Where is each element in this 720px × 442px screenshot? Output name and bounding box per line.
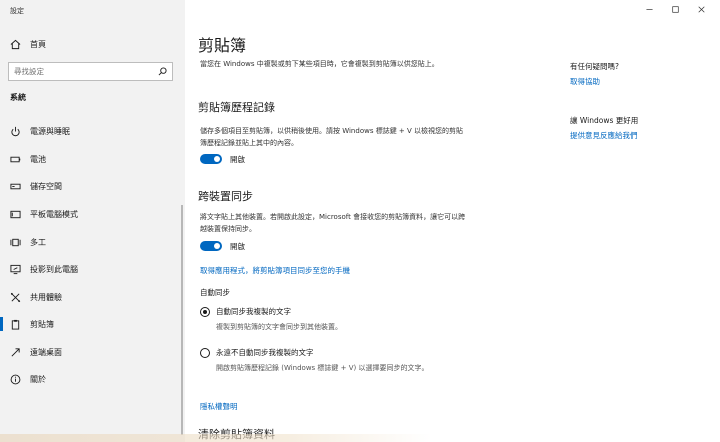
- main-content: 剪貼簿 當您在 Windows 中複製或剪下某些項目時，它會複製到剪貼簿以供您貼…: [185, 0, 720, 442]
- info-icon: [10, 374, 21, 385]
- sidebar-item-label: 投影到此電腦: [30, 264, 78, 274]
- auto-sync-radio-label: 自動同步我複製的文字: [216, 307, 291, 316]
- maximize-button[interactable]: [662, 2, 688, 16]
- tablet-mode-icon: [10, 209, 21, 220]
- sync-toggle-label: 開啟: [230, 241, 245, 251]
- home-icon: [10, 39, 21, 49]
- sidebar-item-label: 儲存空間: [30, 181, 62, 191]
- history-description: 儲存多個項目至剪貼簿，以供稍後使用。請按 Windows 標誌鍵 + V 以檢視…: [200, 127, 464, 147]
- sidebar-item-home[interactable]: 首頁: [10, 37, 46, 51]
- search-icon[interactable]: [158, 67, 167, 76]
- help-heading: 有任何疑問嗎?: [570, 62, 619, 71]
- history-toggle-row: 開啟: [200, 154, 245, 164]
- storage-icon: [10, 181, 21, 192]
- minimize-button[interactable]: [636, 2, 662, 16]
- sidebar-item-about[interactable]: 關於: [0, 368, 185, 390]
- history-heading: 剪貼簿歷程記錄: [198, 101, 275, 114]
- sidebar-item-clipboard[interactable]: 剪貼簿: [0, 313, 185, 335]
- power-icon: [10, 126, 21, 137]
- shared-experiences-icon: [10, 292, 21, 303]
- sidebar-item-multitasking[interactable]: 多工: [0, 231, 185, 253]
- sync-toggle[interactable]: [200, 241, 222, 251]
- projecting-icon: [10, 264, 21, 275]
- give-feedback-link[interactable]: 提供意見反應給我們: [570, 130, 638, 141]
- search-input[interactable]: [14, 67, 158, 76]
- close-button[interactable]: [688, 2, 714, 16]
- search-box[interactable]: [8, 62, 173, 81]
- privacy-statement-link[interactable]: 隱私權聲明: [200, 401, 238, 412]
- multitasking-icon: [10, 237, 21, 248]
- get-help-link[interactable]: 取得協助: [570, 76, 600, 87]
- sidebar-scrollbar[interactable]: [181, 205, 183, 435]
- sidebar-item-label: 遠端桌面: [30, 347, 62, 357]
- history-toggle[interactable]: [200, 154, 222, 164]
- sidebar-item-label: 平板電腦模式: [30, 209, 78, 219]
- never-sync-radio-description: 開啟剪貼簿歷程記錄 (Windows 標誌鍵 + V) 以選擇要同步的文字。: [216, 364, 429, 372]
- clipboard-icon: [10, 319, 21, 330]
- sync-description: 將文字貼上其他裝置。若開啟此設定，Microsoft 會接收您的剪貼簿資料，讓它…: [200, 213, 466, 233]
- sidebar-item-label: 電池: [30, 154, 46, 164]
- sidebar-item-storage[interactable]: 儲存空間: [0, 175, 185, 197]
- never-sync-radio[interactable]: [200, 347, 210, 358]
- sidebar-item-tablet-mode[interactable]: 平板電腦模式: [0, 203, 185, 225]
- never-sync-radio-label: 永遠不自動同步我複製的文字: [216, 348, 314, 357]
- sidebar-item-remote-desktop[interactable]: 遠端桌面: [0, 341, 185, 363]
- sidebar-item-label: 首頁: [30, 39, 46, 49]
- sidebar-item-label: 多工: [30, 237, 46, 247]
- sidebar-item-label: 共用體驗: [30, 292, 62, 302]
- feedback-heading: 讓 Windows 更好用: [570, 116, 639, 125]
- sidebar-item-label: 剪貼簿: [30, 319, 54, 329]
- window-title: 設定: [10, 7, 24, 15]
- sync-toggle-row: 開啟: [200, 241, 245, 251]
- sidebar-section-label: 系統: [10, 93, 26, 102]
- sidebar-item-projecting[interactable]: 投影到此電腦: [0, 258, 185, 280]
- sidebar: 設定 首頁 系統 電源與睡眠 電池 儲存空間 平板電腦模式 多工 投影到此電腦 …: [0, 0, 185, 442]
- auto-sync-radio[interactable]: [200, 306, 210, 317]
- window-controls: [636, 2, 714, 16]
- sidebar-item-label: 關於: [30, 374, 46, 384]
- sync-heading: 跨裝置同步: [198, 190, 253, 203]
- page-title: 剪貼簿: [198, 36, 247, 55]
- intro-text: 當您在 Windows 中複製或剪下某些項目時，它會複製到剪貼簿以供您貼上。: [200, 60, 439, 68]
- maximize-icon: [671, 5, 679, 13]
- remote-desktop-icon: [10, 347, 21, 358]
- bottom-edge-decoration: [0, 434, 720, 442]
- auto-sync-label: 自動同步: [200, 288, 230, 297]
- auto-sync-radio-row[interactable]: 自動同步我複製的文字: [200, 306, 291, 317]
- get-app-link[interactable]: 取得應用程式，將剪貼簿項目同步至您的手機: [200, 265, 350, 276]
- sidebar-item-label: 電源與睡眠: [30, 126, 70, 136]
- sidebar-item-power[interactable]: 電源與睡眠: [0, 120, 185, 142]
- close-icon: [697, 5, 705, 13]
- history-toggle-label: 開啟: [230, 154, 245, 164]
- never-sync-radio-row[interactable]: 永遠不自動同步我複製的文字: [200, 347, 314, 358]
- sidebar-item-battery[interactable]: 電池: [0, 148, 185, 170]
- battery-icon: [10, 154, 21, 165]
- sidebar-item-shared-experiences[interactable]: 共用體驗: [0, 286, 185, 308]
- auto-sync-radio-description: 複製到剪貼簿的文字會同步到其他裝置。: [216, 323, 342, 331]
- minimize-icon: [645, 8, 653, 10]
